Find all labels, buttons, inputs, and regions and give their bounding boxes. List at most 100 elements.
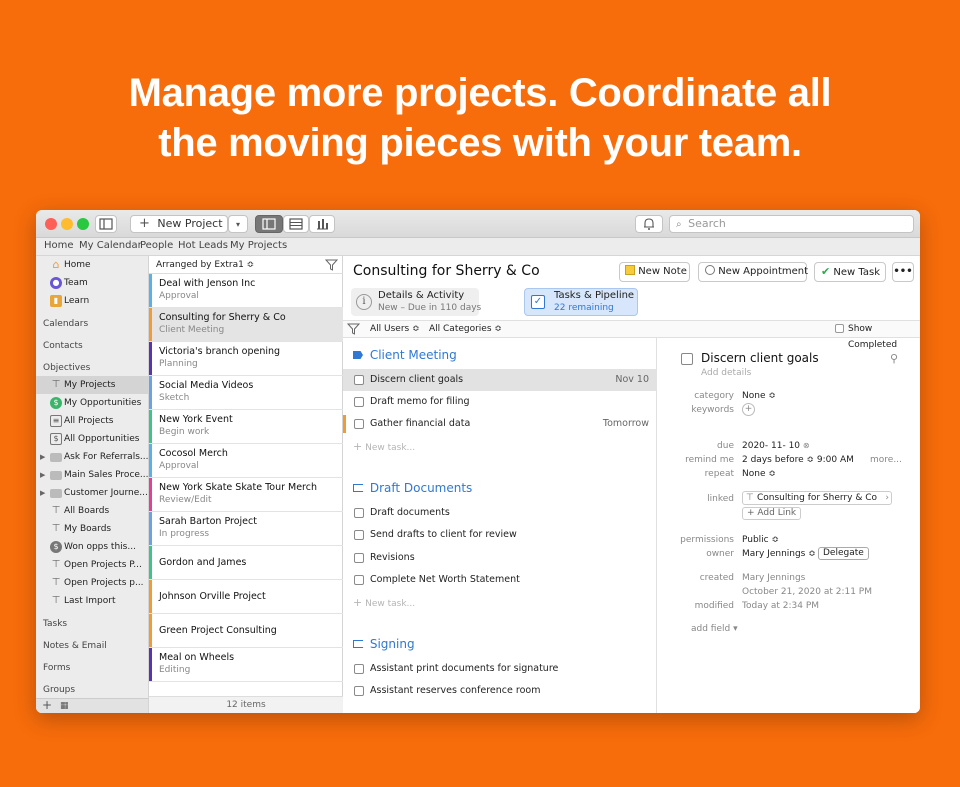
remind-more-button[interactable]: more...: [870, 455, 902, 465]
task-row[interactable]: Draft documents: [343, 502, 657, 524]
pin-icon[interactable]: ⚲: [890, 352, 898, 365]
list-item[interactable]: Gordon and James: [149, 546, 343, 580]
sidebar-item-last-import[interactable]: ⊤ Last Import: [36, 592, 149, 610]
task-row[interactable]: Discern client goals Nov 10: [343, 369, 657, 391]
sidebar-item-main-sales-process[interactable]: ▶ Main Sales Proce...: [36, 466, 149, 484]
more-button[interactable]: •••: [892, 262, 914, 282]
zoom-window-button[interactable]: [77, 218, 89, 230]
task-checkbox[interactable]: [354, 419, 364, 429]
users-filter-menu[interactable]: All Users ≎: [370, 321, 420, 337]
task-title[interactable]: Discern client goals: [701, 351, 819, 365]
permissions-select[interactable]: Public ≎: [742, 535, 779, 545]
task-group-header[interactable]: Client Meeting: [353, 348, 457, 362]
sidebar-header-contacts[interactable]: Contacts: [43, 341, 83, 351]
list-item[interactable]: New York Event Begin work: [149, 410, 343, 444]
task-checkbox[interactable]: [354, 375, 364, 385]
disclosure-triangle-icon[interactable]: ▶: [40, 466, 45, 484]
new-project-menu-button[interactable]: ▾: [228, 215, 248, 233]
nav-my-calendar[interactable]: My Calendar: [79, 240, 142, 251]
task-row[interactable]: Send drafts to client for review: [343, 524, 657, 546]
tab-tasks-pipeline[interactable]: ✓ Tasks & Pipeline 22 remaining: [524, 288, 638, 316]
owner-select[interactable]: Mary Jennings ≎: [742, 549, 816, 559]
due-field[interactable]: 2020- 11- 10 ⊗: [742, 441, 810, 451]
minimize-window-button[interactable]: [61, 218, 73, 230]
new-task-field[interactable]: + New task...: [353, 440, 415, 453]
add-icon[interactable]: +: [42, 698, 52, 712]
filter-icon[interactable]: [347, 323, 360, 335]
sidebar-item-my-boards[interactable]: ⊤ My Boards: [36, 520, 149, 538]
sidebar-item-customer-journey[interactable]: ▶ Customer Journe...: [36, 484, 149, 502]
categories-filter-menu[interactable]: All Categories ≎: [429, 321, 502, 337]
sidebar-header-groups[interactable]: Groups: [43, 685, 75, 695]
task-group-header[interactable]: Signing: [353, 637, 415, 651]
arrange-by-menu[interactable]: Arranged by Extra1 ≎: [156, 256, 254, 274]
repeat-select[interactable]: None ≎: [742, 469, 776, 479]
list-item[interactable]: Sarah Barton Project In progress: [149, 512, 343, 546]
add-field-menu[interactable]: add field ▾: [691, 624, 738, 634]
new-task-button[interactable]: ✔ New Task: [814, 262, 886, 282]
list-item[interactable]: Deal with Jenson Inc Approval: [149, 274, 343, 308]
filter-icon[interactable]: [325, 259, 338, 271]
sidebar-item-all-opportunities[interactable]: $ All Opportunities: [36, 430, 149, 448]
list-item[interactable]: Green Project Consulting: [149, 614, 343, 648]
sidebar-header-tasks[interactable]: Tasks: [43, 619, 67, 629]
close-window-button[interactable]: [45, 218, 57, 230]
list-item[interactable]: Johnson Orville Project: [149, 580, 343, 614]
add-keyword-icon[interactable]: +: [742, 403, 755, 416]
task-checkbox[interactable]: [354, 397, 364, 407]
sidebar-toggle-button[interactable]: [95, 215, 117, 233]
sidebar-item-open-projects-2[interactable]: ⊤ Open Projects p...: [36, 574, 149, 592]
disclosure-triangle-icon[interactable]: ▶: [40, 448, 45, 466]
nav-home[interactable]: Home: [44, 240, 74, 251]
sidebar-item-learn[interactable]: ▮ Learn: [36, 292, 149, 310]
list-item[interactable]: New York Skate Skate Tour Merch Review/Ed…: [149, 478, 343, 512]
view-columns-button[interactable]: [255, 215, 283, 233]
search-input[interactable]: ⌕ Search: [669, 215, 914, 233]
task-row[interactable]: Assistant reserves conference room: [343, 680, 657, 702]
add-details-field[interactable]: Add details: [701, 368, 751, 378]
sidebar-item-won-opps[interactable]: $ Won opps this...: [36, 538, 149, 556]
sidebar-item-all-projects[interactable]: ≡ All Projects: [36, 412, 149, 430]
list-item[interactable]: Meal on Wheels Editing: [149, 648, 343, 682]
tab-details-activity[interactable]: i Details & Activity New – Due in 110 da…: [351, 288, 481, 316]
list-item[interactable]: Victoria's branch opening Planning: [149, 342, 343, 376]
sidebar-item-open-projects-1[interactable]: ⊤ Open Projects P...: [36, 556, 149, 574]
task-group-header[interactable]: Draft Documents: [353, 481, 472, 495]
task-checkbox[interactable]: [354, 686, 364, 696]
nav-my-projects[interactable]: My Projects: [230, 240, 287, 251]
task-row[interactable]: Assistant print documents for signature: [343, 658, 657, 680]
show-completed-checkbox[interactable]: [835, 324, 844, 333]
task-checkbox[interactable]: [354, 664, 364, 674]
new-appointment-button[interactable]: New Appointment: [698, 262, 808, 282]
new-note-button[interactable]: New Note: [619, 262, 690, 282]
sidebar-header-calendars[interactable]: Calendars: [43, 319, 88, 329]
task-row[interactable]: Gather financial data Tomorrow: [343, 413, 657, 435]
linked-project-chip[interactable]: ⊤ Consulting for Sherry & Co ›: [742, 491, 892, 505]
task-checkbox[interactable]: [354, 575, 364, 585]
nav-people[interactable]: People: [140, 240, 173, 251]
view-list-button[interactable]: [283, 215, 309, 233]
sidebar-header-objectives[interactable]: Objectives: [43, 363, 90, 373]
sidebar-item-ask-for-referrals[interactable]: ▶ Ask For Referrals...: [36, 448, 149, 466]
disclosure-triangle-icon[interactable]: ▶: [40, 484, 45, 502]
sidebar-item-home[interactable]: ⌂ Home: [36, 256, 149, 274]
sidebar-item-all-boards[interactable]: ⊤ All Boards: [36, 502, 149, 520]
sidebar-header-forms[interactable]: Forms: [43, 663, 70, 673]
category-select[interactable]: None ≎: [742, 391, 776, 401]
task-complete-checkbox[interactable]: [681, 353, 693, 365]
clear-date-icon[interactable]: ⊗: [803, 441, 810, 450]
task-checkbox[interactable]: [354, 553, 364, 563]
task-row[interactable]: Revisions: [343, 547, 657, 569]
task-row[interactable]: Draft memo for filing: [343, 391, 657, 413]
list-item[interactable]: Consulting for Sherry & Co Client Meeting: [149, 308, 343, 342]
delegate-button[interactable]: Delegate: [818, 547, 869, 560]
task-row[interactable]: Complete Net Worth Statement: [343, 569, 657, 591]
task-checkbox[interactable]: [354, 530, 364, 540]
sidebar-item-my-projects[interactable]: ⊤ My Projects: [36, 376, 149, 394]
list-item[interactable]: Cocosol Merch Approval: [149, 444, 343, 478]
remind-me-field[interactable]: 2 days before ≎ 9:00 AM: [742, 455, 854, 465]
sidebar-item-team[interactable]: ● Team: [36, 274, 149, 292]
sidebar-header-notes[interactable]: Notes & Email: [43, 641, 107, 651]
notifications-button[interactable]: [635, 215, 663, 233]
view-chart-button[interactable]: [309, 215, 335, 233]
